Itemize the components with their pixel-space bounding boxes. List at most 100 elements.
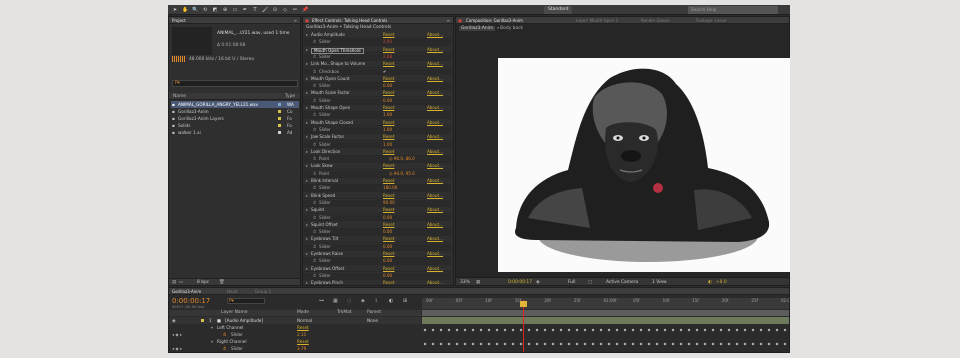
keyframe-diamond[interactable] (439, 328, 443, 332)
grid-icon[interactable]: ▦ (476, 280, 480, 285)
keyframe-diamond[interactable] (711, 342, 715, 346)
effect-row[interactable]: ▸ Squint Reset About... (303, 207, 451, 215)
magnification-select[interactable]: 33% (460, 280, 470, 285)
twirl-arrow-icon[interactable]: ▸ (306, 90, 308, 97)
keyframe-diamond[interactable] (735, 342, 739, 346)
keyframe-diamond[interactable] (447, 342, 451, 346)
keyframe-diamond[interactable] (479, 342, 483, 346)
col-trkmat[interactable]: TrkMat (337, 310, 352, 315)
col-layer-name[interactable]: Layer Name (221, 310, 248, 315)
effect-value[interactable]: 1.00 (383, 142, 392, 149)
keyframe-diamond[interactable] (551, 328, 555, 332)
keyframe-diamond[interactable] (607, 328, 611, 332)
effect-value[interactable]: 180.00 (383, 185, 397, 192)
keyframe-diamond[interactable] (543, 342, 547, 346)
effect-property-row[interactable]: ⏱ Slider 0.00 (303, 97, 451, 105)
project-item[interactable]: ▪ ANIMAL_GORILLA_ANGRY_YELL21.wav WA (171, 101, 299, 108)
reset-link[interactable]: Reset (383, 266, 394, 273)
pen-tool-icon[interactable]: ✒ (242, 7, 248, 13)
twirl-arrow-icon[interactable]: ▸ (306, 207, 308, 214)
col-type-header[interactable]: Type (285, 94, 295, 99)
keyframe-diamond[interactable] (535, 342, 539, 346)
about-link[interactable]: About... (427, 280, 443, 285)
reset-link[interactable]: Reset (383, 76, 394, 83)
keyframe-diamond[interactable] (639, 342, 643, 346)
effect-value[interactable]: 2.95 (383, 39, 392, 46)
render-queue-tab[interactable]: Render Queue (641, 18, 670, 23)
twirl-arrow-icon[interactable]: ▸ (306, 134, 308, 141)
keyframe-diamond[interactable] (655, 328, 659, 332)
channel-row[interactable]: ▾ Left Channel Reset (169, 324, 421, 331)
text-tool-icon[interactable]: T (252, 7, 258, 13)
effect-property-row[interactable]: ⏱ Checkbox ✔ (303, 68, 451, 76)
keyframe-diamond[interactable] (767, 328, 771, 332)
item-label-color[interactable] (278, 124, 281, 127)
channel-row[interactable]: ▾ Right Channel Reset (169, 338, 421, 345)
effect-property-row[interactable]: ⏱ Slider 2.68 (303, 53, 451, 61)
visibility-icon[interactable]: ◉ (172, 317, 176, 324)
twirl-arrow-icon[interactable]: ▸ (306, 149, 308, 156)
keyframe-diamond[interactable] (647, 328, 651, 332)
footage-tab[interactable]: Footage: Loose (696, 18, 726, 23)
effect-value[interactable]: 1.00 (383, 127, 392, 134)
keyframe-diamond[interactable] (431, 342, 435, 346)
about-link[interactable]: About... (427, 120, 443, 127)
stopwatch-icon[interactable]: ⏱ (313, 229, 316, 236)
keyframe-diamond[interactable] (743, 342, 747, 346)
stopwatch-icon[interactable]: ⏱ (313, 244, 316, 251)
keyframe-diamond[interactable] (511, 328, 515, 332)
reset-link[interactable]: Reset (383, 280, 394, 285)
keyframe-diamond[interactable] (711, 328, 715, 332)
effect-value[interactable]: 0.00 (383, 229, 392, 236)
panel-menu-icon[interactable]: ≡ (447, 18, 450, 23)
puppet-tool-icon[interactable]: 📌 (302, 7, 308, 13)
layer-mode[interactable]: Normal (297, 317, 312, 324)
effect-row[interactable]: ▸ Mouth Shape Closed Reset About... (303, 120, 451, 127)
keyframe-diamond[interactable] (471, 342, 475, 346)
keyframe-diamond[interactable] (615, 342, 619, 346)
reset-link[interactable]: Reset (383, 193, 394, 200)
keyframe-diamond[interactable] (575, 328, 579, 332)
motion-blur-icon[interactable]: ◌ (347, 299, 351, 304)
effect-value[interactable]: 90.00 (383, 200, 395, 207)
item-label-color[interactable] (278, 103, 281, 106)
keyframe-diamond[interactable] (487, 328, 491, 332)
effect-value[interactable]: ◎ 96.0, 86.0 (389, 156, 415, 163)
twirl-arrow-icon[interactable]: ▾ (211, 324, 213, 331)
effect-value[interactable]: 1.00 (383, 112, 392, 119)
keyframe-diamond[interactable] (495, 342, 499, 346)
effect-row[interactable]: ▸ Eyebrows Raise Reset About... (303, 251, 451, 258)
keyframe-diamond[interactable] (631, 342, 635, 346)
effect-row[interactable]: ▸ Blink Interval Reset About... (303, 178, 451, 185)
effect-property-row[interactable]: ⏱ Slider 0.00 (303, 272, 451, 280)
hand-tool-icon[interactable]: ✋ (182, 7, 188, 13)
keyframe-diamond[interactable] (727, 342, 731, 346)
about-link[interactable]: About... (427, 134, 443, 141)
stopwatch-icon[interactable]: ⏱ (313, 215, 316, 222)
brainstorm-icon[interactable]: ◐ (389, 299, 393, 304)
composition-tab[interactable]: Composition: Gorillaz3-Anim (466, 18, 523, 23)
keyframe-diamond[interactable] (647, 342, 651, 346)
about-link[interactable]: About... (427, 251, 443, 258)
stopwatch-icon[interactable]: ⏱ (313, 142, 316, 149)
stopwatch-icon[interactable]: ⏱ (313, 39, 316, 46)
reset-link[interactable]: Reset (383, 149, 394, 156)
reset-link[interactable]: Reset (383, 90, 394, 97)
keyframe-diamond[interactable] (471, 328, 475, 332)
keyframe-diamond[interactable] (439, 342, 443, 346)
comp-flowchart-icon[interactable]: ⊞ (403, 299, 407, 304)
keyframe-diamond[interactable] (679, 342, 683, 346)
roi-icon[interactable]: ▢ (588, 280, 592, 285)
effect-row[interactable]: ▸ Look Skew Reset About... (303, 163, 451, 171)
timeline-search-input[interactable]: P▾ (227, 298, 265, 304)
keyframe-diamond[interactable] (623, 342, 627, 346)
effect-property-row[interactable]: ⏱ Slider 90.00 (303, 199, 451, 207)
keyframe-diamond[interactable] (535, 328, 539, 332)
keyframe-diamond[interactable] (575, 342, 579, 346)
effect-property-row[interactable]: ⏱ Slider 1.00 (303, 112, 451, 120)
col-parent[interactable]: Parent (367, 310, 381, 315)
keyframe-diamond[interactable] (607, 342, 611, 346)
keyframe-diamond[interactable] (551, 342, 555, 346)
panel-menu-icon[interactable]: ≡ (294, 18, 297, 23)
twirl-arrow-icon[interactable]: ▸ (306, 251, 308, 258)
